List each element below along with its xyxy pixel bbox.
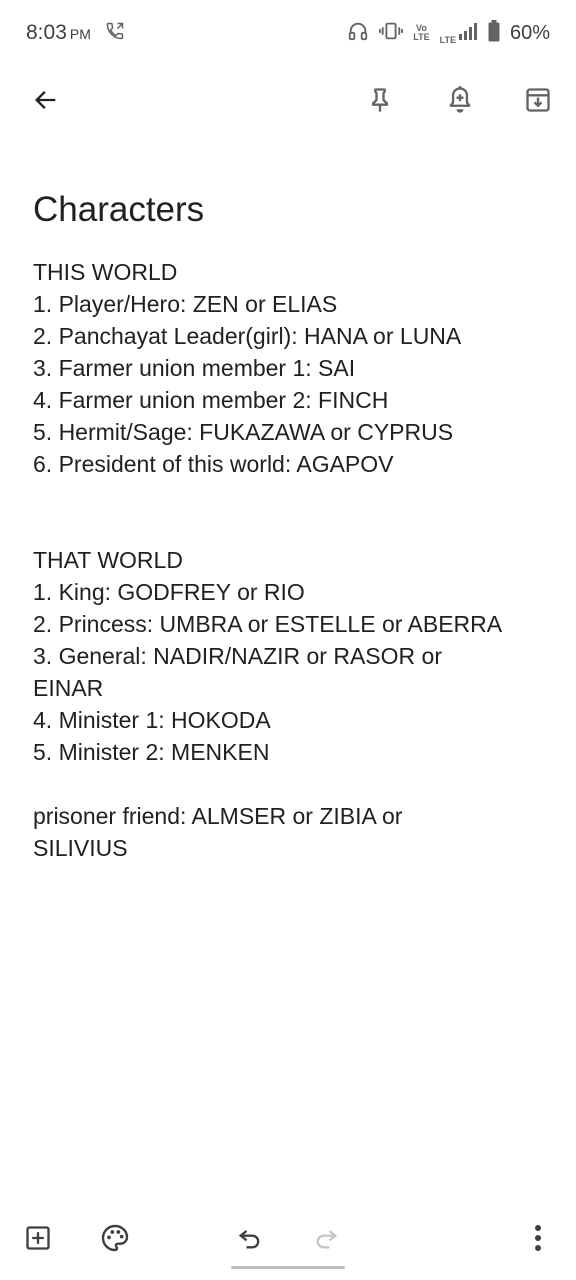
note-line-blank <box>33 480 548 512</box>
note-line: 1. King: GODFREY or RIO <box>33 579 305 605</box>
redo-icon <box>312 1224 340 1257</box>
lte-signal-group: LTE <box>440 22 478 45</box>
bottom-toolbar <box>0 1210 576 1270</box>
vibrate-icon <box>379 21 404 46</box>
gesture-nav-handle[interactable] <box>231 1266 345 1269</box>
pin-icon <box>366 86 394 119</box>
undo-icon <box>236 1224 264 1257</box>
lte-icon: LTE <box>439 34 456 45</box>
back-arrow-icon <box>32 86 60 119</box>
note-title[interactable]: Characters <box>33 190 204 230</box>
signal-icon <box>458 22 478 45</box>
note-line: 2. Princess: UMBRA or ESTELLE or ABERRA <box>33 611 503 637</box>
note-line: 4. Farmer union member 2: FINCH <box>33 387 389 413</box>
palette-icon <box>99 1222 131 1259</box>
background-color-button[interactable] <box>91 1216 139 1264</box>
more-vert-icon <box>533 1223 543 1258</box>
note-line: THAT WORLD <box>33 547 183 573</box>
note-line: 2. Panchayat Leader(girl): HANA or LUNA <box>33 323 462 349</box>
note-editor-screen: 8:03 PM Vo LTE LTE 60% Characters THIS W… <box>0 0 576 1280</box>
add-content-button[interactable] <box>14 1216 62 1264</box>
note-line: THIS WORLD <box>33 259 178 285</box>
more-options-button[interactable] <box>514 1216 562 1264</box>
note-line: SILIVIUS <box>33 835 128 861</box>
status-time-value: 8:03 <box>26 21 67 44</box>
archive-icon <box>524 86 552 119</box>
note-line: 5. Hermit/Sage: FUKAZAWA or CYPRUS <box>33 419 454 445</box>
note-line: 5. Minister 2: MENKEN <box>33 739 270 765</box>
battery-percent: 60% <box>509 21 550 44</box>
note-body[interactable]: THIS WORLD 1. Player/Hero: ZEN or ELIAS … <box>33 256 548 864</box>
reminder-button[interactable] <box>436 78 484 126</box>
note-line: 6. President of this world: AGAPOV <box>33 451 394 477</box>
note-line: 1. Player/Hero: ZEN or ELIAS <box>33 291 338 317</box>
note-line-blank <box>33 768 548 800</box>
status-bar: 8:03 PM Vo LTE LTE 60% <box>0 0 576 66</box>
redo-button[interactable] <box>302 1216 350 1264</box>
note-line: 4. Minister 1: HOKODA <box>33 707 271 733</box>
note-toolbar <box>0 70 576 134</box>
volte-icon: Vo LTE <box>413 23 430 42</box>
note-line: prisoner friend: ALMSER or ZIBIA or <box>33 803 403 829</box>
call-forwarding-icon <box>105 21 125 46</box>
note-line: 3. Farmer union member 1: SAI <box>33 355 356 381</box>
status-time-ampm: PM <box>69 26 91 42</box>
reminder-bell-icon <box>446 85 474 120</box>
note-line-blank <box>33 512 548 544</box>
back-button[interactable] <box>22 78 70 126</box>
note-line: 3. General: NADIR/NAZIR or RASOR or <box>33 643 442 669</box>
undo-button[interactable] <box>226 1216 274 1264</box>
add-box-icon <box>24 1224 52 1257</box>
archive-button[interactable] <box>514 78 562 126</box>
battery-icon <box>488 19 500 47</box>
headset-icon <box>347 20 369 47</box>
status-time: 8:03 PM <box>26 21 91 45</box>
pin-button[interactable] <box>356 78 404 126</box>
note-line: EINAR <box>33 675 104 701</box>
